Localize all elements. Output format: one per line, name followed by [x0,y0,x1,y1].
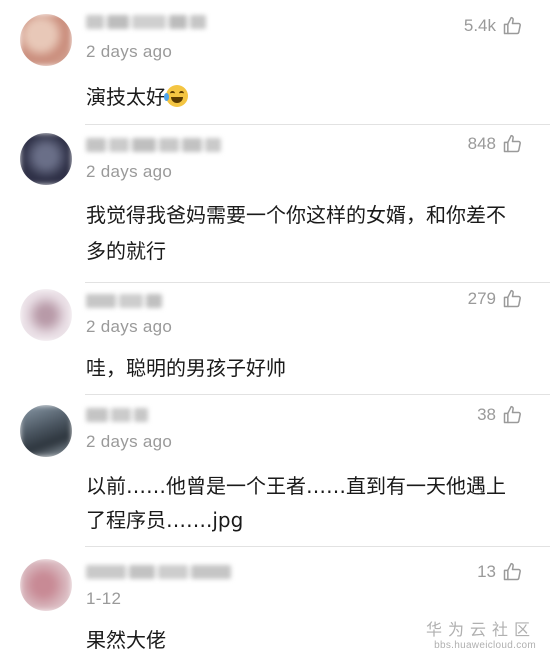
comment-item: 2 days ago 38 以前……他曾是一个王者……直到有一天他遇上了程序员…… [0,395,550,547]
comment-item: 2 days ago 279 哇，聪明的男孩子好帅 [0,283,550,395]
username-blurred[interactable] [86,293,165,308]
like-button[interactable]: 38 [477,405,522,425]
watermark-url: bbs.huaweicloud.com [434,640,536,651]
comment-timestamp: 2 days ago [86,317,173,336]
avatar[interactable] [20,14,72,66]
comment-text: 哇，聪明的男孩子好帅 [86,356,286,380]
avatar[interactable] [20,405,72,457]
comment-text: 演技太好 [86,80,526,114]
thumbs-up-icon [503,562,521,581]
avatar[interactable] [20,559,72,611]
username-blurred[interactable] [86,564,234,579]
like-button[interactable]: 5.4k [464,16,522,36]
thumbs-up-icon [503,289,521,308]
comment-item: 2 days ago 5.4k 演技太好 [0,0,550,125]
like-count: 5.4k [463,16,496,35]
like-count: 848 [467,134,496,153]
thumbs-up-icon [503,16,521,35]
like-button[interactable]: 848 [468,134,522,154]
comment-timestamp: 2 days ago [86,162,173,181]
like-count: 13 [477,562,496,581]
avatar[interactable] [20,133,72,185]
comment-timestamp: 1-12 [86,589,122,608]
comment-text: 我觉得我爸妈需要一个你这样的女婿，和你差不多的就行 [86,203,506,263]
laughing-tears-emoji-icon [164,85,188,107]
username-blurred[interactable] [86,14,209,29]
username-blurred[interactable] [86,137,224,152]
like-button[interactable]: 13 [477,562,522,582]
avatar[interactable] [20,289,72,341]
thumbs-up-icon [503,405,521,424]
comment-item: 2 days ago 848 我觉得我爸妈需要一个你这样的女婿，和你差不多的就行 [0,125,550,285]
thumbs-up-icon [503,134,521,153]
like-button[interactable]: 279 [468,289,522,309]
comment-timestamp: 2 days ago [86,432,173,451]
username-blurred[interactable] [86,407,151,422]
watermark: 华为云社区 bbs.huaweicloud.com [426,616,536,651]
comment-timestamp: 2 days ago [86,42,173,61]
comment-text: 以前……他曾是一个王者……直到有一天他遇上了程序员…….jpg [86,474,506,532]
watermark-title: 华为云社区 [425,620,536,639]
like-count: 279 [467,289,496,308]
like-count: 38 [477,405,496,424]
